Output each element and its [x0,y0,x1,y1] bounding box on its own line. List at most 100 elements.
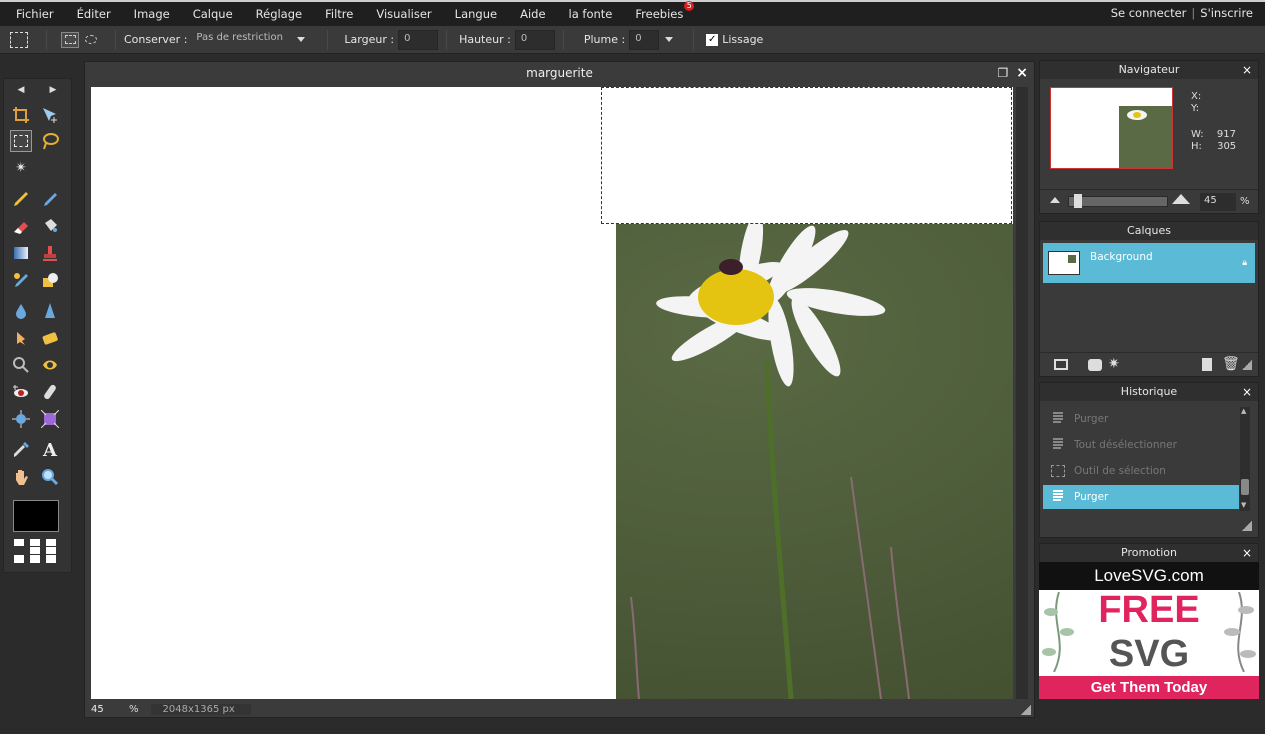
zoom-slider-handle[interactable] [1074,194,1082,208]
blur-tool-icon[interactable] [10,300,32,322]
color-replace-tool-icon[interactable] [10,269,32,291]
document-title: marguerite [526,66,593,80]
close-icon[interactable]: × [1242,544,1252,562]
x-label: X: [1191,91,1202,102]
menu-filtre[interactable]: Filtre [309,7,353,21]
foreground-color-swatch[interactable] [13,500,59,532]
h-label: H: [1191,141,1202,152]
mountain-small-icon[interactable] [1050,197,1060,203]
menu-visualiser[interactable]: Visualiser [360,7,431,21]
history-item[interactable]: Purger [1043,407,1239,431]
scroll-thumb[interactable] [1241,479,1249,495]
vertical-scrollbar[interactable] [1016,87,1028,699]
smudge-tool-icon[interactable] [10,327,32,349]
mountain-large-icon[interactable] [1172,194,1190,204]
navigator-info: X: Y: W: 917 H: 305 [1191,91,1236,153]
history-scrollbar[interactable]: ▲ ▼ [1240,407,1250,511]
layer-settings-icon[interactable] [1054,359,1068,370]
zoom-slider[interactable] [1068,196,1168,207]
layer-mask-icon[interactable] [1088,359,1102,371]
image-dimensions: 2048x1365 px [150,703,251,715]
trash-icon[interactable]: 🗑︎ [1222,356,1240,372]
menu-aide[interactable]: Aide [504,7,545,21]
sponge-tool-icon[interactable] [39,327,61,349]
close-icon[interactable]: × [1242,61,1252,79]
hand-tool-icon[interactable] [10,466,32,488]
history-header: Historique × [1040,383,1258,401]
arrow-right-icon[interactable]: ▶ [42,79,64,101]
ellipse-mode-icon[interactable] [85,35,97,44]
pencil-tool-icon[interactable] [10,188,32,210]
layer-styles-icon[interactable]: ✷ [1108,356,1120,372]
text-tool-icon[interactable]: A [39,439,61,461]
clone-stamp-tool-icon[interactable] [39,242,61,264]
menu-fichier[interactable]: Fichier [0,7,54,21]
navigator-thumbnail[interactable] [1050,87,1173,169]
menu-calque[interactable]: Calque [177,7,233,21]
red-eye-tool-icon[interactable] [10,381,32,403]
brush-tool-icon[interactable] [39,188,61,210]
marquee-select-tool-icon[interactable] [10,130,32,152]
burn-tool-icon[interactable] [39,354,61,376]
plume-input[interactable]: 0 [629,29,660,50]
layer-row[interactable]: Background 🔒︎ [1043,243,1255,283]
menu-editer[interactable]: Éditer [61,7,111,21]
selection-marquee[interactable] [601,87,1012,224]
paint-bucket-tool-icon[interactable] [39,215,61,237]
resize-handle-icon[interactable] [1242,360,1252,370]
pinch-tool-icon[interactable] [39,408,61,430]
move-tool-icon[interactable] [39,104,61,126]
login-link[interactable]: Se connecter [1111,6,1187,20]
marquee-tool-icon [10,31,28,48]
zoom-value[interactable]: 45 [91,704,117,715]
conserver-select[interactable]: Pas de restriction [191,29,292,50]
arrow-left-icon[interactable]: ◀ [10,79,32,101]
bloat-tool-icon[interactable] [10,408,32,430]
eraser-tool-icon[interactable] [10,215,32,237]
menu-image[interactable]: Image [118,7,170,21]
menu-langue[interactable]: Langue [439,7,497,21]
options-divider [562,29,564,50]
history-item[interactable]: Outil de sélection [1043,459,1239,483]
history-item-active[interactable]: Purger [1043,485,1239,509]
menu-la-fonte[interactable]: la fonte [553,7,613,21]
history-item-label: Purger [1074,491,1109,503]
magic-wand-tool-icon[interactable]: ✴ [10,157,32,179]
options-bar: Conserver : Pas de restriction Largeur :… [0,26,1265,54]
scroll-down-icon[interactable]: ▼ [1241,501,1246,509]
new-layer-icon[interactable] [1202,358,1212,371]
palette-grid-icon[interactable] [13,538,59,566]
spot-heal-tool-icon[interactable] [39,381,61,403]
promotion-ad[interactable]: LoveSVG.com FREE SVG Get Them Today [1039,562,1259,699]
menu-freebies[interactable]: Freebies 5 [619,1,695,21]
close-icon[interactable]: × [1242,383,1252,401]
gradient-tool-icon[interactable] [10,242,32,264]
crop-tool-icon[interactable] [10,104,32,126]
promo-cta[interactable]: Get Them Today [1039,676,1259,699]
navigator-zoom-input[interactable]: 45 [1200,193,1236,211]
scroll-up-icon[interactable]: ▲ [1241,407,1246,415]
rect-mode-icon[interactable] [61,31,79,48]
dodge-tool-icon[interactable] [10,354,32,376]
chevron-down-icon[interactable] [297,37,306,42]
color-picker-tool-icon[interactable] [10,439,32,461]
largeur-input[interactable]: 0 [398,29,439,50]
restore-window-icon[interactable]: ❐ [998,62,1009,84]
shape-tool-icon[interactable] [39,269,61,291]
signup-link[interactable]: S'inscrire [1200,6,1253,20]
history-item-label: Purger [1074,413,1109,425]
sharpen-tool-icon[interactable] [39,300,61,322]
resize-handle-icon[interactable] [1242,521,1252,531]
resize-handle-icon[interactable] [1021,705,1031,715]
image-canvas[interactable] [91,87,1013,699]
navigator-panel: Navigateur × X: Y: W: 917 H: 305 45 % [1039,60,1259,214]
chevron-down-icon[interactable] [665,37,674,42]
history-item[interactable]: Tout désélectionner [1043,433,1239,457]
lissage-checkbox[interactable]: ✓ [706,33,719,46]
lasso-tool-icon[interactable] [39,130,61,152]
hauteur-input[interactable]: 0 [514,29,555,50]
zoom-tool-icon[interactable] [39,466,61,488]
close-icon[interactable]: × [1016,62,1028,84]
promo-line2: SVG [1108,633,1190,675]
menu-reglage[interactable]: Réglage [240,7,302,21]
